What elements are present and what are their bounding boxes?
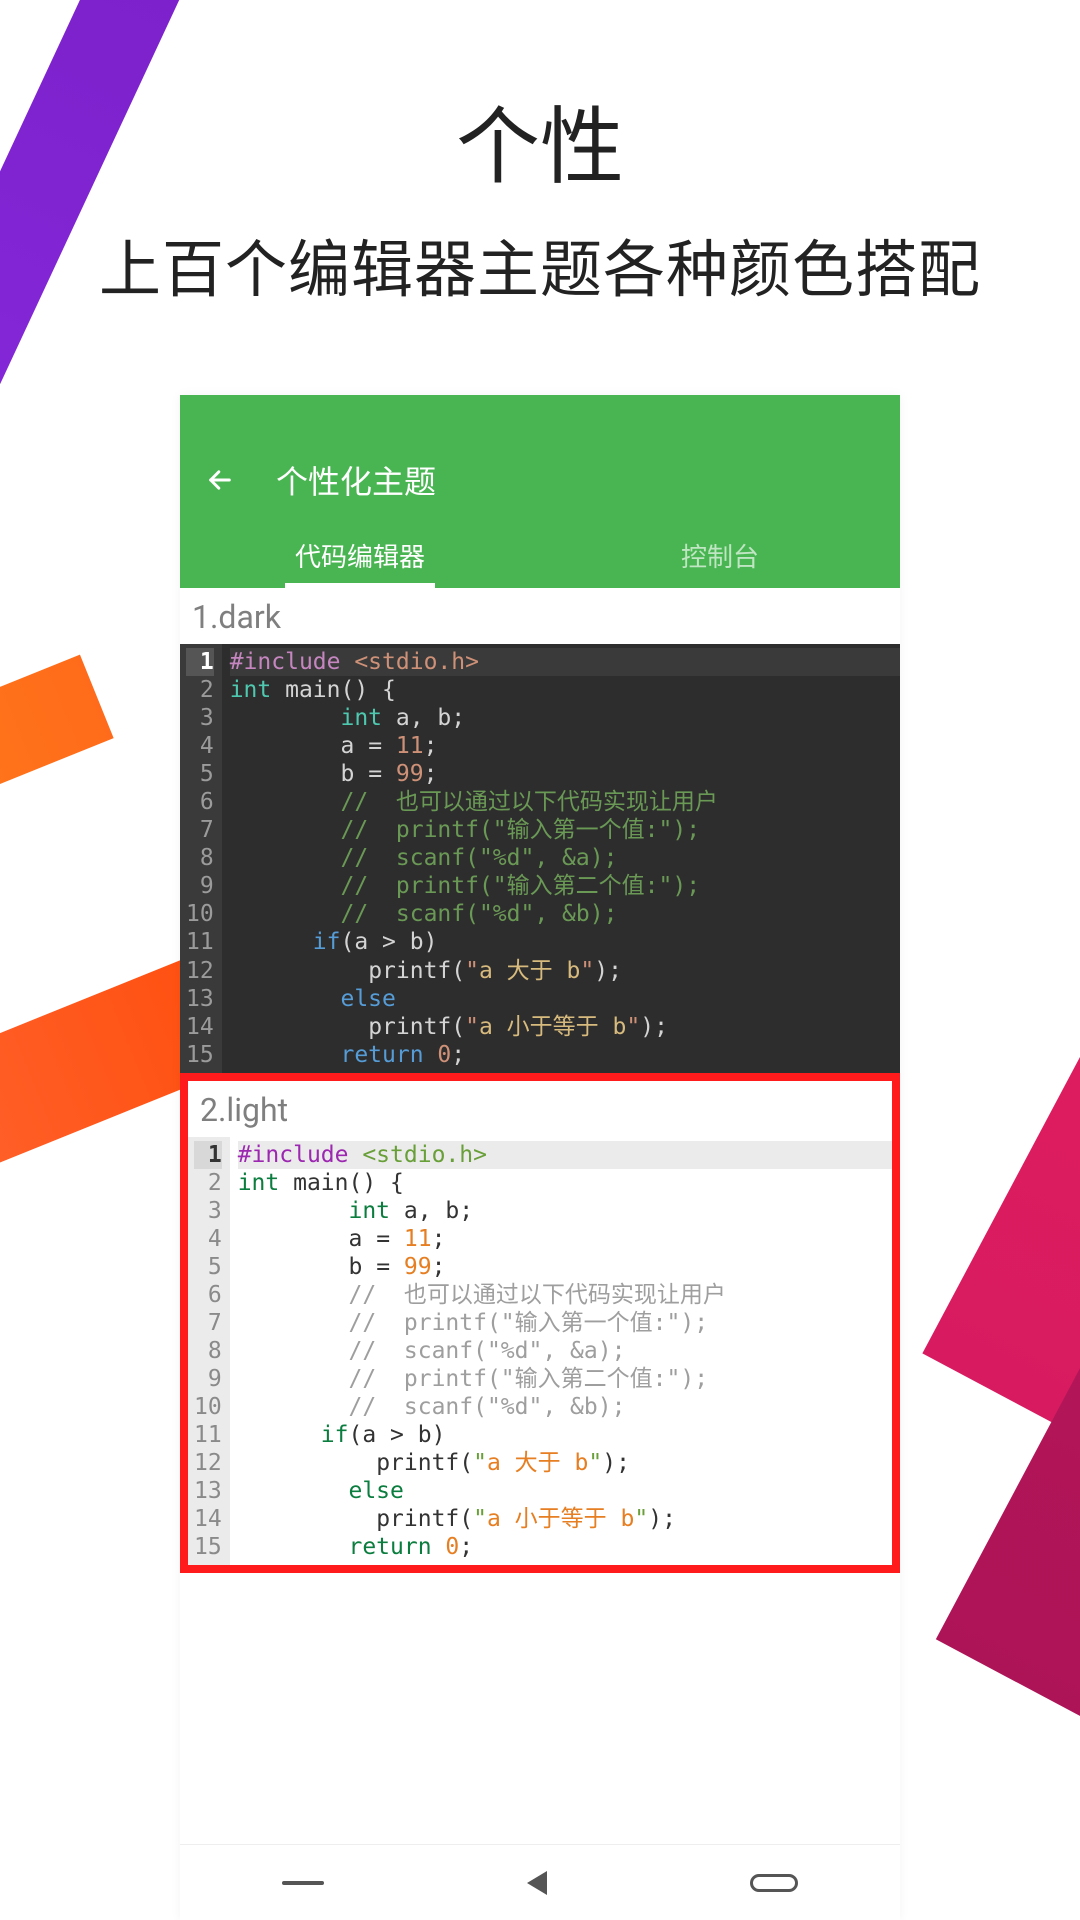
decor-stripe-orange: [0, 655, 114, 926]
system-navbar: [180, 1844, 900, 1920]
gutter-dark: 123456789101112131415: [180, 644, 222, 1073]
theme-preview-dark[interactable]: 123456789101112131415 #include <stdio.h>…: [180, 644, 900, 1073]
tab-code-editor[interactable]: 代码编辑器: [180, 521, 540, 588]
phone-mockup: 个性化主题 代码编辑器 控制台 1.dark 12345678910111213…: [180, 395, 900, 1920]
nav-back-icon[interactable]: [527, 1871, 547, 1895]
nav-recent-icon[interactable]: [282, 1881, 324, 1885]
hero-title: 个性: [0, 80, 1080, 201]
gutter-light: 123456789101112131415: [188, 1137, 230, 1566]
nav-home-icon[interactable]: [750, 1874, 798, 1892]
theme-label-light: 2.light: [188, 1081, 892, 1137]
tabs: 代码编辑器 控制台: [180, 521, 900, 588]
hero-subtitle: 上百个编辑器主题各种颜色搭配: [0, 219, 1080, 309]
appbar: 个性化主题 代码编辑器 控制台: [180, 395, 900, 588]
theme-preview-light-selected[interactable]: 2.light 123456789101112131415 #include <…: [180, 1073, 900, 1574]
tab-console[interactable]: 控制台: [540, 521, 900, 588]
theme-label-dark: 1.dark: [180, 588, 900, 644]
code-dark: #include <stdio.h>int main() { int a, b;…: [222, 644, 900, 1073]
appbar-title: 个性化主题: [276, 457, 436, 503]
back-arrow-icon[interactable]: [204, 464, 236, 496]
code-light: #include <stdio.h>int main() { int a, b;…: [230, 1137, 892, 1566]
decor-stripe-pink: [922, 294, 1080, 1466]
